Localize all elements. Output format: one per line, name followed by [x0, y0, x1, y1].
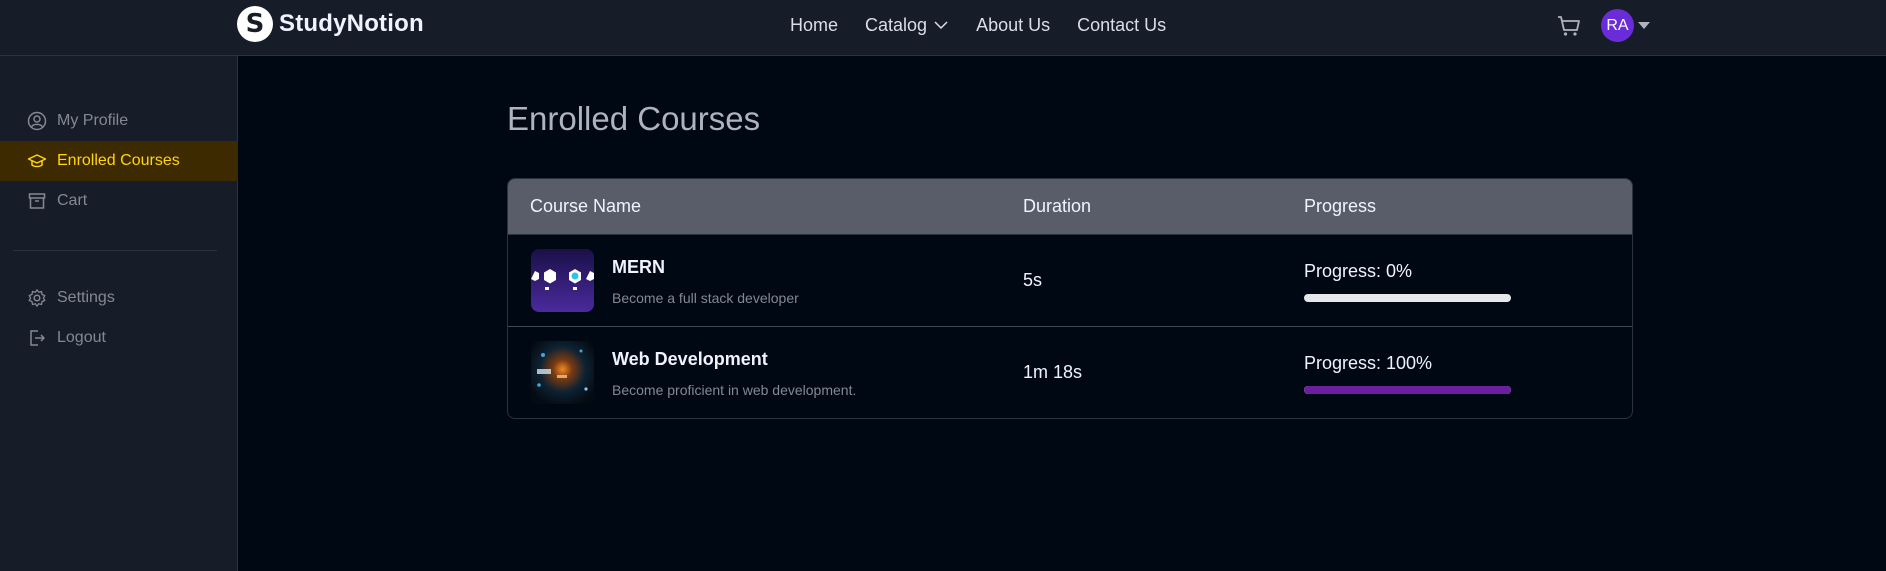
sidebar-item-label: Enrolled Courses	[57, 152, 180, 169]
sidebar: My Profile Enrolled Courses Cart Setting…	[0, 56, 238, 571]
sidebar-item-settings[interactable]: Settings	[0, 278, 238, 318]
sidebar-item-enrolled-courses[interactable]: Enrolled Courses	[0, 141, 238, 181]
nav-contact[interactable]: Contact Us	[1077, 15, 1166, 36]
course-thumbnail[interactable]	[531, 341, 594, 404]
table-row[interactable]: Web Development Become proficient in web…	[508, 326, 1632, 418]
nav-about[interactable]: About Us	[976, 15, 1050, 36]
page-title: Enrolled Courses	[507, 100, 761, 137]
brand-logo[interactable]: S StudyNotion	[237, 6, 424, 42]
sidebar-item-cart[interactable]: Cart	[0, 181, 238, 221]
progress-label: Progress: 100%	[1304, 353, 1433, 373]
top-navbar: S StudyNotion Home Catalog About Us Cont…	[0, 0, 1886, 56]
sidebar-item-label: Logout	[57, 329, 106, 346]
caret-down-icon	[1638, 22, 1650, 29]
chevron-down-icon	[934, 21, 948, 30]
nav-catalog[interactable]: Catalog	[865, 15, 949, 36]
sidebar-item-my-profile[interactable]: My Profile	[0, 101, 238, 141]
course-name: Web Development	[612, 349, 768, 369]
enrolled-courses-table: Course Name Duration Progress MERN Becom…	[507, 178, 1633, 419]
progress-bar	[1304, 294, 1511, 302]
nav-catalog-label: Catalog	[865, 14, 928, 35]
course-duration: 5s	[1023, 270, 1043, 290]
sidebar-item-logout[interactable]: Logout	[0, 318, 238, 358]
avatar: RA	[1601, 9, 1634, 42]
progress-bar	[1304, 386, 1511, 394]
nav-actions: RA	[1555, 9, 1650, 42]
sidebar-divider	[13, 250, 217, 251]
column-header-progress: Progress	[1304, 196, 1377, 216]
progress-bar-fill	[1304, 386, 1511, 394]
course-name: MERN	[612, 257, 665, 277]
gear-icon	[28, 289, 46, 307]
graduation-cap-icon	[27, 154, 47, 168]
course-description: Become a full stack developer	[612, 290, 799, 306]
course-thumbnail[interactable]	[531, 249, 594, 312]
table-header: Course Name Duration Progress	[508, 179, 1632, 234]
column-header-duration: Duration	[1023, 196, 1092, 216]
web-development-thumbnail-image	[531, 341, 594, 404]
logout-icon	[30, 330, 45, 346]
column-header-course-name: Course Name	[530, 196, 642, 216]
sidebar-item-label: My Profile	[57, 112, 129, 129]
cart-icon[interactable]	[1555, 12, 1583, 40]
table-row[interactable]: MERN Become a full stack developer 5s Pr…	[508, 234, 1632, 326]
sidebar-item-label: Settings	[57, 289, 115, 306]
mern-thumbnail-image	[531, 249, 594, 312]
brand-name: StudyNotion	[279, 10, 424, 37]
user-circle-icon	[27, 111, 47, 131]
course-duration: 1m 18s	[1023, 362, 1083, 382]
sidebar-item-label: Cart	[57, 192, 88, 209]
logo-icon: S	[237, 6, 273, 42]
profile-dropdown[interactable]: RA	[1601, 9, 1650, 42]
archive-box-icon	[28, 193, 46, 209]
main-nav: Home Catalog About Us Contact Us	[790, 0, 1166, 50]
progress-label: Progress: 0%	[1304, 261, 1413, 281]
course-description: Become proficient in web development.	[612, 382, 857, 398]
nav-home[interactable]: Home	[790, 15, 838, 36]
